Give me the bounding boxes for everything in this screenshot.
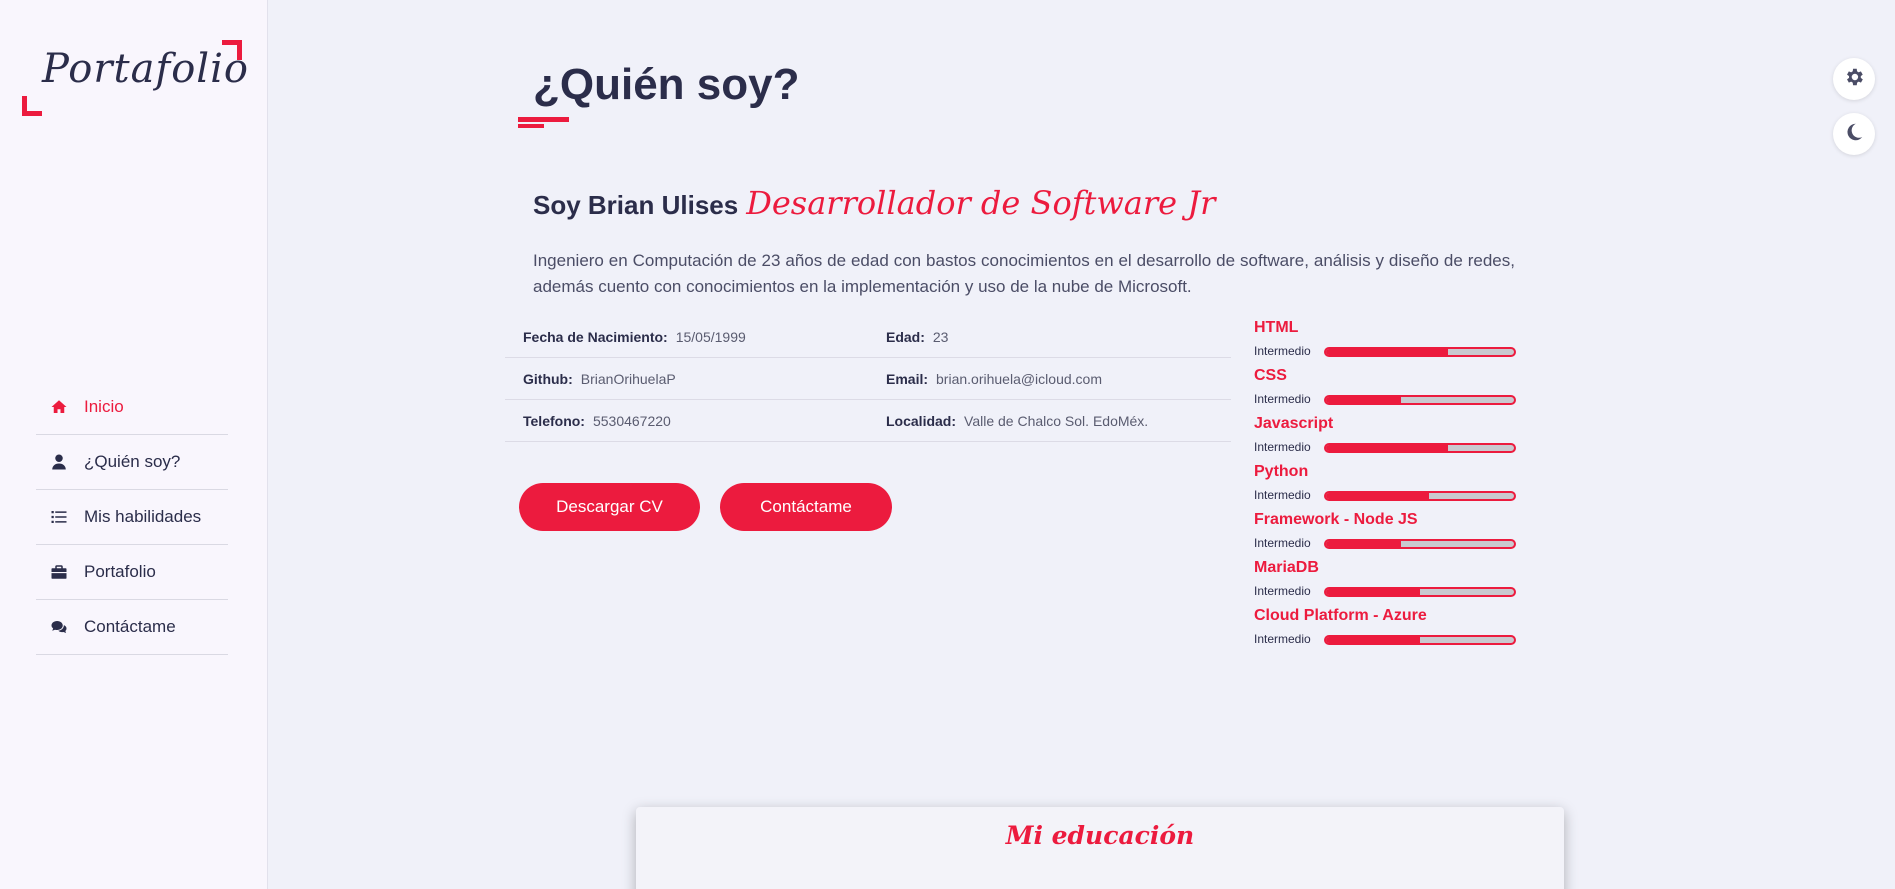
skill-name: MariaDB [1254, 559, 1319, 576]
sidebar-item-label: ¿Quién soy? [84, 452, 181, 471]
sidebar-item-label: Inicio [84, 397, 124, 416]
info-value: Valle de Chalco Sol. EdoMéx. [964, 412, 1149, 429]
gear-icon [1843, 66, 1865, 93]
info-row: Telefono: 5530467220 Localidad: Valle de… [505, 400, 1231, 442]
skill-progress-bar [1324, 491, 1516, 501]
home-icon [50, 398, 72, 416]
info-value: brian.orihuela@icloud.com [936, 370, 1102, 387]
sidebar-item-contactame[interactable]: Contáctame [36, 600, 228, 655]
sidebar-item-label: Contáctame [84, 617, 176, 636]
info-location: Localidad: Valle de Chalco Sol. EdoMéx. [868, 413, 1231, 429]
about-description: Ingeniero en Computación de 23 años de e… [533, 251, 1515, 296]
info-label: Localidad: [886, 412, 957, 429]
intro-heading: Soy Brian Ulises Desarrollador de Softwa… [533, 184, 1215, 222]
skill-progress-bar [1324, 635, 1516, 645]
sidebar-item-habilidades[interactable]: Mis habilidades [36, 490, 228, 545]
list-icon [50, 508, 72, 526]
moon-icon [1843, 121, 1865, 148]
skill-level: Intermedio [1254, 440, 1311, 454]
theme-toggle-button[interactable] [1833, 113, 1875, 155]
info-row: Fecha de Nacimiento: 15/05/1999 Edad: 23 [505, 316, 1231, 358]
skill-item: CSS Intermedio [1254, 366, 1519, 414]
skill-name: HTML [1254, 319, 1299, 336]
sidebar-nav: Inicio ¿Quién soy? Mis habilidades Porta… [36, 380, 228, 655]
comments-icon [50, 618, 72, 636]
info-value: 15/05/1999 [675, 328, 746, 345]
skill-progress-bar [1324, 539, 1516, 549]
info-label: Github: [523, 370, 573, 387]
logo-text: Portafolio [42, 46, 249, 92]
sidebar-item-label: Portafolio [84, 562, 156, 581]
info-email: Email: brian.orihuela@icloud.com [868, 371, 1231, 387]
briefcase-icon [50, 563, 72, 581]
sidebar-item-portafolio[interactable]: Portafolio [36, 545, 228, 600]
education-title: Mi educación [1005, 821, 1195, 850]
title-underline [518, 117, 569, 122]
skill-item: MariaDB Intermedio [1254, 558, 1519, 606]
sidebar-item-label: Mis habilidades [84, 507, 202, 526]
sidebar: Portafolio Inicio ¿Quién soy? Mis habili… [0, 0, 268, 889]
skill-level: Intermedio [1254, 584, 1311, 598]
skill-level: Intermedio [1254, 488, 1311, 502]
skill-item: Framework - Node JS Intermedio [1254, 510, 1519, 558]
contact-button[interactable]: Contáctame [720, 483, 892, 531]
skill-name: Javascript [1254, 415, 1334, 432]
skill-progress-fill [1326, 397, 1402, 403]
logo[interactable]: Portafolio [22, 40, 249, 116]
skill-progress-fill [1326, 589, 1420, 595]
intro-role: Desarrollador de Software Jr [746, 184, 1216, 222]
skill-name: Framework - Node JS [1254, 511, 1418, 528]
personal-info-table: Fecha de Nacimiento: 15/05/1999 Edad: 23… [505, 316, 1231, 442]
info-label: Edad: [886, 328, 925, 345]
info-value: BrianOrihuelaP [580, 370, 676, 387]
info-value: 5530467220 [592, 412, 671, 429]
logo-corner-bottom-left [22, 96, 42, 116]
skills-list: HTML Intermedio CSS Intermedio Javascrip… [1254, 318, 1519, 654]
info-row: Github: BrianOrihuelaP Email: brian.orih… [505, 358, 1231, 400]
education-card: Mi educación [636, 807, 1564, 889]
page-title: ¿Quién soy? [533, 60, 800, 109]
settings-button[interactable] [1833, 58, 1875, 100]
info-value: 23 [932, 328, 949, 345]
user-icon [50, 453, 72, 471]
skill-progress-fill [1326, 637, 1420, 643]
sidebar-item-inicio[interactable]: Inicio [36, 380, 228, 435]
download-cv-button[interactable]: Descargar CV [519, 483, 700, 531]
title-underline-short [518, 124, 544, 128]
skill-progress-fill [1326, 493, 1430, 499]
skill-item: Cloud Platform - Azure Intermedio [1254, 606, 1519, 654]
skill-level: Intermedio [1254, 536, 1311, 550]
info-label: Fecha de Nacimiento: [523, 328, 668, 345]
info-birthdate: Fecha de Nacimiento: 15/05/1999 [505, 329, 868, 345]
skill-name: Cloud Platform - Azure [1254, 607, 1427, 624]
info-github: Github: BrianOrihuelaP [505, 371, 868, 387]
skill-progress-fill [1326, 541, 1402, 547]
skill-level: Intermedio [1254, 392, 1311, 406]
sidebar-item-quien-soy[interactable]: ¿Quién soy? [36, 435, 228, 490]
skill-progress-bar [1324, 347, 1516, 357]
skill-progress-fill [1326, 445, 1449, 451]
skill-item: Python Intermedio [1254, 462, 1519, 510]
skill-progress-bar [1324, 443, 1516, 453]
skill-item: Javascript Intermedio [1254, 414, 1519, 462]
skill-item: HTML Intermedio [1254, 318, 1519, 366]
info-label: Email: [886, 370, 929, 387]
skill-level: Intermedio [1254, 344, 1311, 358]
info-label: Telefono: [523, 412, 585, 429]
intro-name: Soy Brian Ulises [533, 190, 739, 220]
skill-level: Intermedio [1254, 632, 1311, 646]
info-phone: Telefono: 5530467220 [505, 413, 868, 429]
skill-progress-fill [1326, 349, 1449, 355]
skill-progress-bar [1324, 395, 1516, 405]
info-age: Edad: 23 [868, 329, 1231, 345]
skill-name: Python [1254, 463, 1309, 480]
skill-name: CSS [1254, 367, 1287, 384]
skill-progress-bar [1324, 587, 1516, 597]
